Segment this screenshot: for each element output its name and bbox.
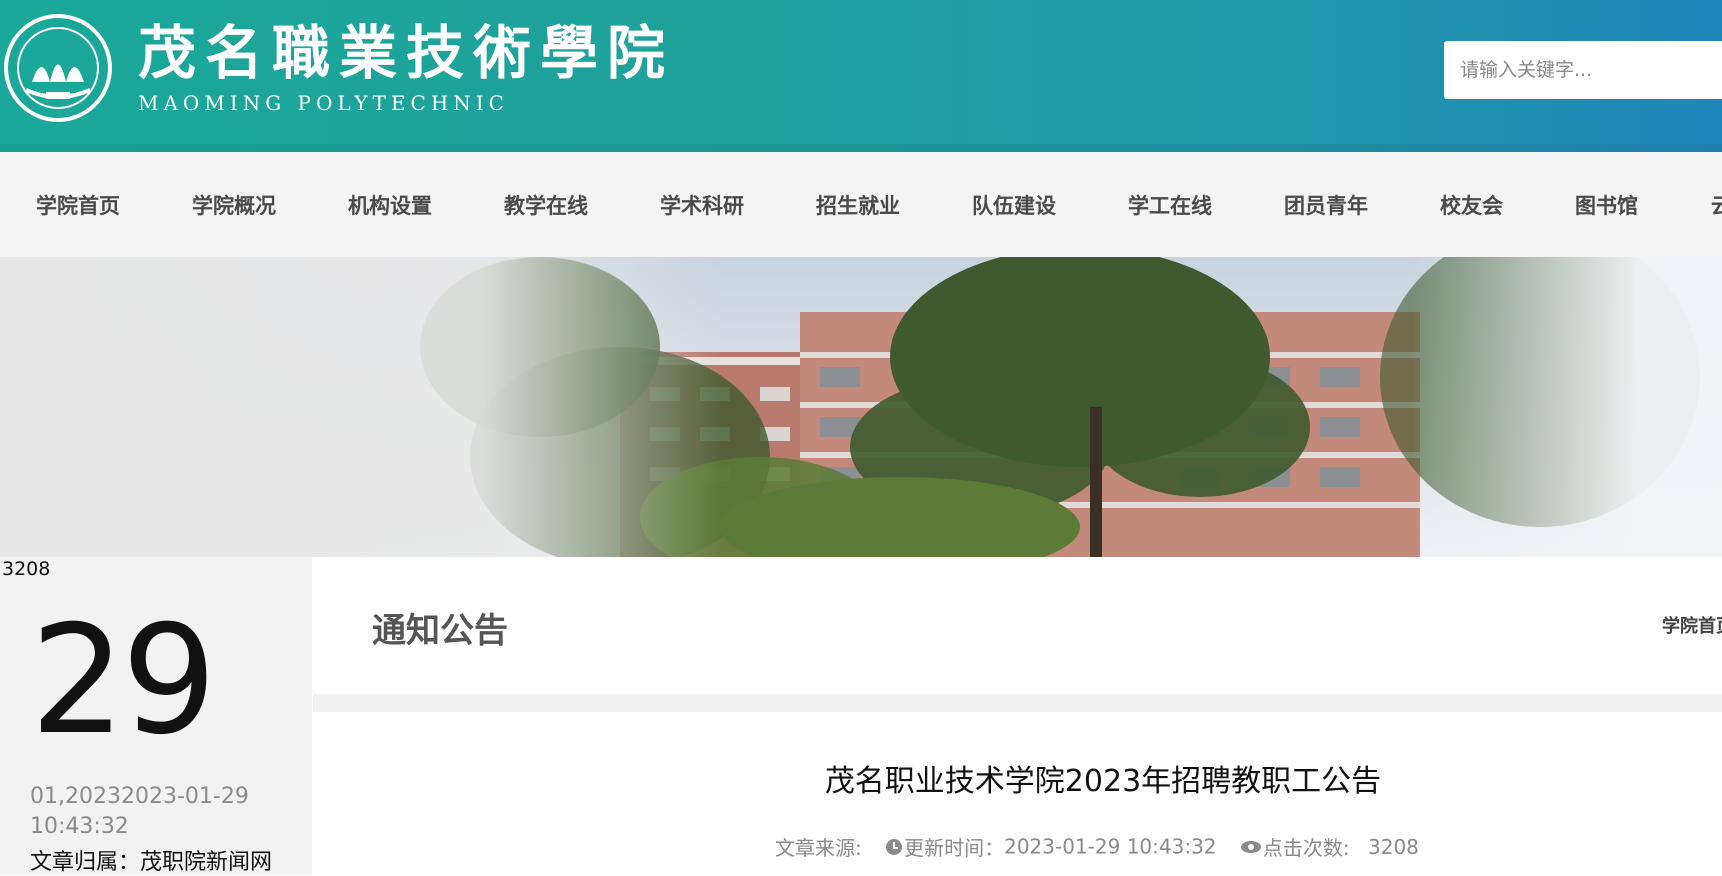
college-seal-logo[interactable] bbox=[2, 12, 114, 124]
nav-item-admissions[interactable]: 招生就业 bbox=[816, 190, 900, 220]
nav-item-staff[interactable]: 队伍建设 bbox=[972, 190, 1056, 220]
publish-date-text: 01,20232023-01-29 10:43:32 bbox=[30, 784, 249, 839]
nav-item-student-affairs[interactable]: 学工在线 bbox=[1128, 190, 1212, 220]
section-header bbox=[313, 557, 1722, 694]
publish-day: 29 bbox=[30, 594, 217, 768]
view-count-small: 3208 bbox=[2, 558, 51, 580]
brand-name-en: MAOMING POLYTECHNIC bbox=[138, 91, 509, 115]
clock-icon bbox=[886, 838, 903, 855]
nav-item-cloud[interactable]: 云 bbox=[1711, 190, 1722, 220]
nav-item-teaching[interactable]: 教学在线 bbox=[504, 190, 588, 220]
brand[interactable]: 茂名職業技術學院 MAOMING POLYTECHNIC bbox=[138, 18, 674, 116]
section-title: 通知公告 bbox=[372, 611, 508, 651]
updated-label: 更新时间： bbox=[904, 836, 1005, 860]
campus-banner-image bbox=[0, 257, 1722, 557]
nav-item-library[interactable]: 图书馆 bbox=[1575, 190, 1638, 220]
brand-name-cn: 茂名職業技術學院 bbox=[138, 19, 675, 87]
breadcrumb-home-link[interactable]: 学院首页 bbox=[1662, 612, 1722, 638]
section-divider bbox=[313, 694, 1722, 712]
nav-item-home[interactable]: 学院首页 bbox=[36, 190, 120, 220]
views-label: 点击次数: bbox=[1262, 836, 1350, 860]
nav-item-youth-league[interactable]: 团员青年 bbox=[1284, 190, 1368, 220]
site-header: 茂名職業技術學院 MAOMING POLYTECHNIC bbox=[0, 0, 1722, 152]
article-belongs: 文章归属：茂职院新闻网 bbox=[30, 850, 273, 875]
article-meta: 文章来源: 更新时间：2023-01-29 10:43:32 点击次数: 320… bbox=[775, 832, 1419, 861]
source-label: 文章来源: bbox=[775, 836, 862, 860]
nav-item-departments[interactable]: 机构设置 bbox=[348, 190, 432, 220]
views-value: 3208 bbox=[1368, 834, 1419, 859]
search-input[interactable] bbox=[1444, 41, 1722, 99]
campus-photo bbox=[0, 257, 1722, 557]
nav-item-research[interactable]: 学术科研 bbox=[660, 190, 744, 220]
eye-icon bbox=[1240, 840, 1261, 853]
nav-item-alumni[interactable]: 校友会 bbox=[1440, 190, 1503, 220]
article-title: 茂名职业技术学院2023年招聘教职工公告 bbox=[824, 764, 1382, 799]
updated-value: 2023-01-29 10:43:32 bbox=[1004, 834, 1217, 859]
nav-item-overview[interactable]: 学院概况 bbox=[192, 190, 276, 220]
main-nav: 学院首页 学院概况 机构设置 教学在线 学术科研 招生就业 队伍建设 学工在线 … bbox=[0, 152, 1722, 257]
